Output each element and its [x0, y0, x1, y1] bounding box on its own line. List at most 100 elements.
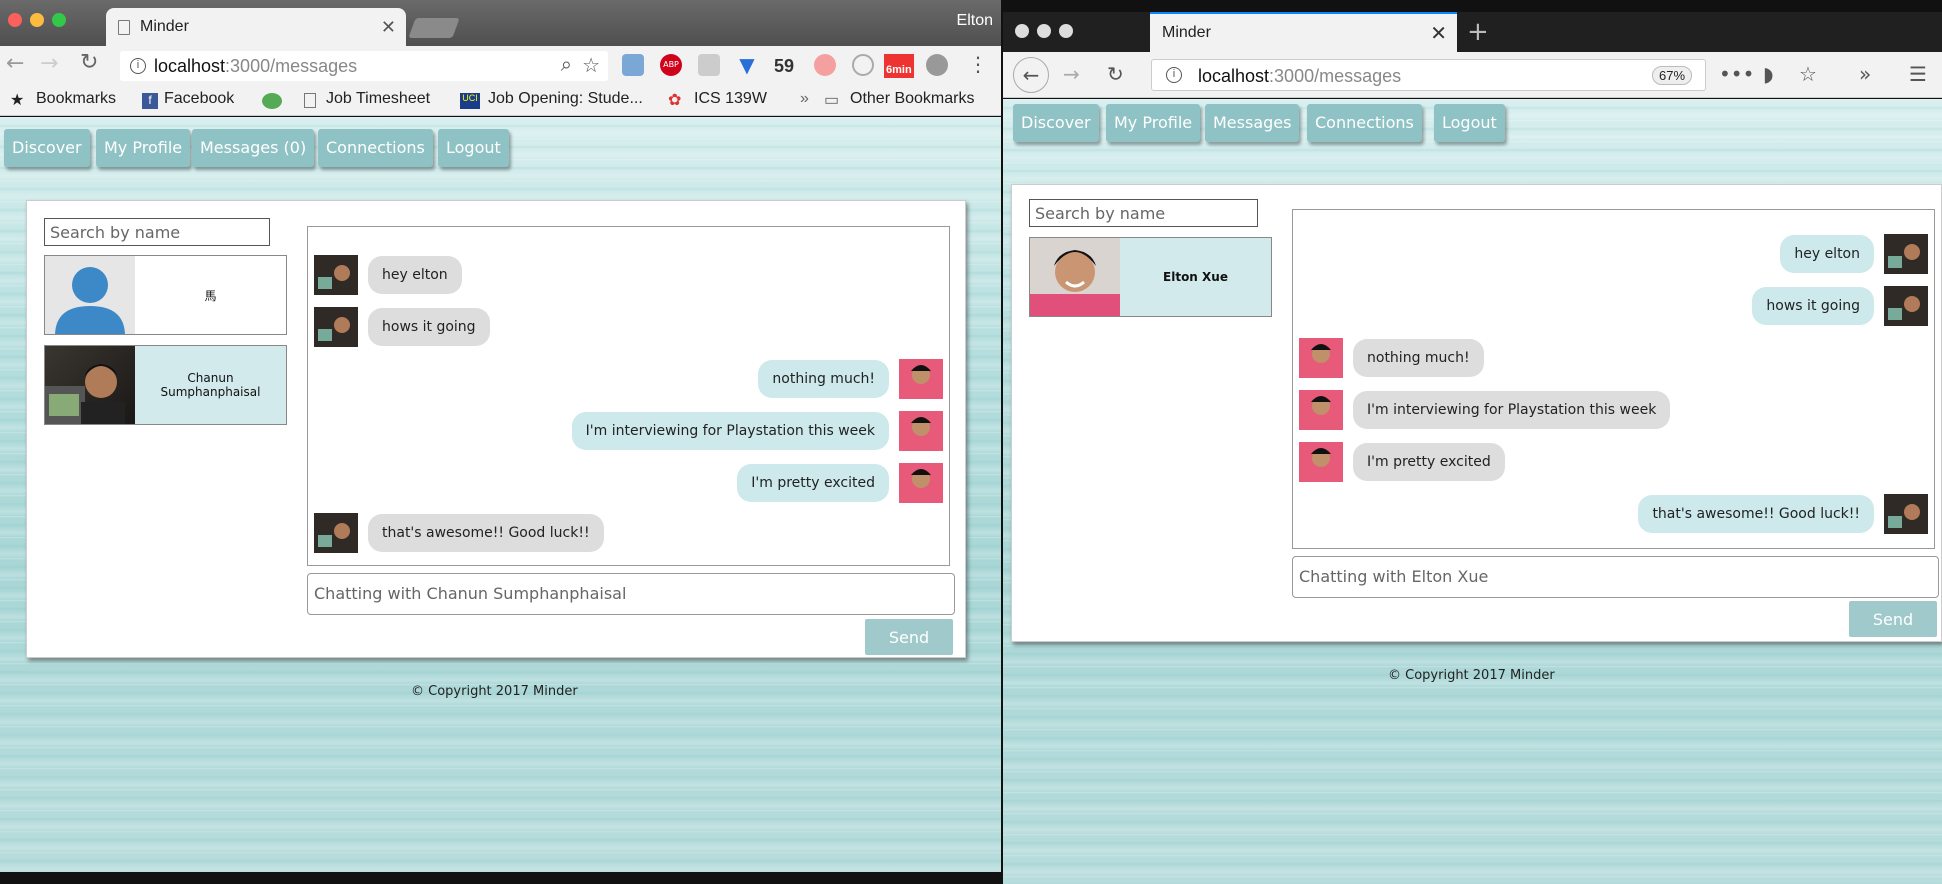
- close-window-button[interactable]: [1015, 24, 1029, 38]
- nav-logout[interactable]: Logout: [438, 129, 509, 167]
- close-window-button[interactable]: [8, 13, 22, 27]
- bookmark-icon: [262, 93, 282, 109]
- profile-name[interactable]: Elton: [957, 12, 993, 30]
- default-avatar: [45, 256, 135, 334]
- timer-extension[interactable]: 6min: [884, 54, 914, 78]
- address-bar[interactable]: i localhost:3000/messages 67%: [1151, 59, 1706, 91]
- new-tab-icon[interactable]: +: [1467, 17, 1489, 47]
- contact-card-selected[interactable]: Chanun Sumphanphaisal: [44, 345, 287, 425]
- message-incoming: hey elton: [314, 255, 462, 295]
- new-tab-button[interactable]: [408, 18, 460, 38]
- gem-icon[interactable]: ▼: [736, 54, 758, 76]
- chat-input[interactable]: Chatting with Chanun Sumphanphaisal: [307, 573, 955, 615]
- contact-card[interactable]: 馬: [44, 255, 287, 335]
- reload-icon[interactable]: ↻: [80, 50, 98, 75]
- hamburger-menu-icon[interactable]: ☰: [1909, 62, 1927, 86]
- maximize-window-button[interactable]: [52, 13, 66, 27]
- nav-messages[interactable]: Messages (0): [192, 129, 315, 167]
- bookmark-item[interactable]: Bookmarks: [36, 90, 116, 108]
- bookmark-item[interactable]: Job Timesheet: [326, 90, 430, 108]
- browser-tab[interactable]: Minder ✕: [1150, 12, 1457, 52]
- nav-discover[interactable]: Discover: [1013, 104, 1099, 142]
- avatar: [1884, 286, 1928, 326]
- firefox-window: Minder ✕ + ← → ↻ i localhost:3000/messag…: [1003, 12, 1942, 884]
- nav-my-profile[interactable]: My Profile: [1106, 104, 1201, 142]
- browser-tab[interactable]: Minder ✕: [106, 8, 406, 46]
- info-icon[interactable]: i: [1166, 67, 1182, 83]
- extension-icon[interactable]: [814, 54, 836, 76]
- nav-my-profile[interactable]: My Profile: [96, 129, 191, 167]
- overflow-icon[interactable]: »: [1859, 62, 1871, 86]
- reload-icon[interactable]: ↻: [1107, 62, 1124, 86]
- forward-icon[interactable]: →: [1063, 62, 1080, 86]
- nav-logout[interactable]: Logout: [1434, 104, 1505, 142]
- page-viewport: Discover My Profile Messages Connections…: [1003, 99, 1942, 884]
- close-tab-icon[interactable]: ✕: [381, 17, 396, 38]
- url-path: :3000/messages: [1269, 66, 1402, 86]
- message-bubble: I'm pretty excited: [1353, 443, 1505, 481]
- more-bookmarks[interactable]: »: [800, 90, 809, 108]
- search-input[interactable]: Search by name: [1029, 199, 1258, 227]
- bookmark-item[interactable]: ICS 139W: [694, 90, 767, 108]
- extension-icon[interactable]: [852, 54, 874, 76]
- search-input[interactable]: Search by name: [44, 218, 270, 246]
- nav-connections[interactable]: Connections: [318, 129, 433, 167]
- forward-icon[interactable]: →: [40, 51, 58, 76]
- extension-icon[interactable]: [622, 54, 644, 76]
- pocket-icon[interactable]: ◗: [1763, 62, 1774, 86]
- zoom-icon[interactable]: ⌕: [561, 54, 572, 77]
- bookmarks-star-icon: ★: [10, 92, 25, 109]
- menu-icon[interactable]: ⋮: [968, 52, 988, 76]
- avatar: [1299, 338, 1343, 378]
- bookmark-icon: ✿: [668, 92, 682, 109]
- message-incoming: hows it going: [314, 307, 490, 347]
- chrome-window: Minder ✕ Elton ← → ↻ i localhost:3000/me…: [0, 0, 1001, 872]
- address-bar[interactable]: i localhost:3000/messages ⌕ ☆: [120, 51, 608, 81]
- bookmark-item[interactable]: Facebook: [164, 90, 234, 108]
- nav-messages[interactable]: Messages: [1205, 104, 1300, 142]
- message-bubble: hey elton: [1780, 235, 1874, 273]
- adblock-icon[interactable]: ABP: [660, 54, 682, 76]
- facebook-icon: f: [142, 93, 158, 109]
- back-icon[interactable]: ←: [6, 51, 24, 76]
- more-actions-icon[interactable]: •••: [1719, 62, 1754, 86]
- contact-name: Chanun Sumphanphaisal: [160, 371, 261, 399]
- extension-icon[interactable]: [926, 54, 948, 76]
- chat-history: hey elton hows it going nothing much! I'…: [307, 226, 950, 566]
- zoom-indicator[interactable]: 67%: [1652, 66, 1693, 85]
- minimize-window-button[interactable]: [1037, 24, 1051, 38]
- nav-connections[interactable]: Connections: [1307, 104, 1422, 142]
- chrome-titlebar: Minder ✕ Elton: [0, 0, 1001, 46]
- message-outgoing: hows it going: [1752, 286, 1928, 326]
- firefox-titlebar: Minder ✕ +: [1003, 12, 1942, 52]
- chat-input[interactable]: Chatting with Elton Xue: [1292, 556, 1939, 598]
- avatar: [1884, 234, 1928, 274]
- avatar: [314, 307, 358, 347]
- bookmark-item[interactable]: Job Opening: Stude...: [488, 90, 643, 108]
- chat-history: hey elton hows it going nothing much! I'…: [1292, 209, 1935, 549]
- extension-icon[interactable]: [698, 54, 720, 76]
- copyright: © Copyright 2017 Minder: [1388, 668, 1555, 683]
- uci-icon: UCI: [460, 93, 480, 109]
- avatar: [1299, 390, 1343, 430]
- extension-count[interactable]: 59: [774, 56, 794, 77]
- info-icon[interactable]: i: [130, 58, 146, 74]
- message-bubble: I'm interviewing for Playstation this we…: [1353, 391, 1671, 429]
- star-icon[interactable]: ☆: [582, 53, 600, 78]
- copyright: © Copyright 2017 Minder: [411, 684, 578, 699]
- message-outgoing: I'm pretty excited: [737, 463, 943, 503]
- message-incoming: that's awesome!! Good luck!!: [314, 513, 604, 553]
- bookmark-item[interactable]: Other Bookmarks: [850, 90, 974, 108]
- url-host: localhost: [1198, 66, 1270, 86]
- back-icon[interactable]: ←: [1013, 57, 1049, 93]
- close-tab-icon[interactable]: ✕: [1430, 21, 1447, 46]
- message-incoming: I'm pretty excited: [1299, 442, 1505, 482]
- url-path: :3000/messages: [225, 56, 358, 76]
- minimize-window-button[interactable]: [30, 13, 44, 27]
- send-button[interactable]: Send: [865, 619, 953, 655]
- send-button[interactable]: Send: [1849, 601, 1937, 637]
- star-icon[interactable]: ☆: [1799, 62, 1817, 86]
- maximize-window-button[interactable]: [1059, 24, 1073, 38]
- contact-card-selected[interactable]: Elton Xue: [1029, 237, 1272, 317]
- nav-discover[interactable]: Discover: [4, 129, 90, 167]
